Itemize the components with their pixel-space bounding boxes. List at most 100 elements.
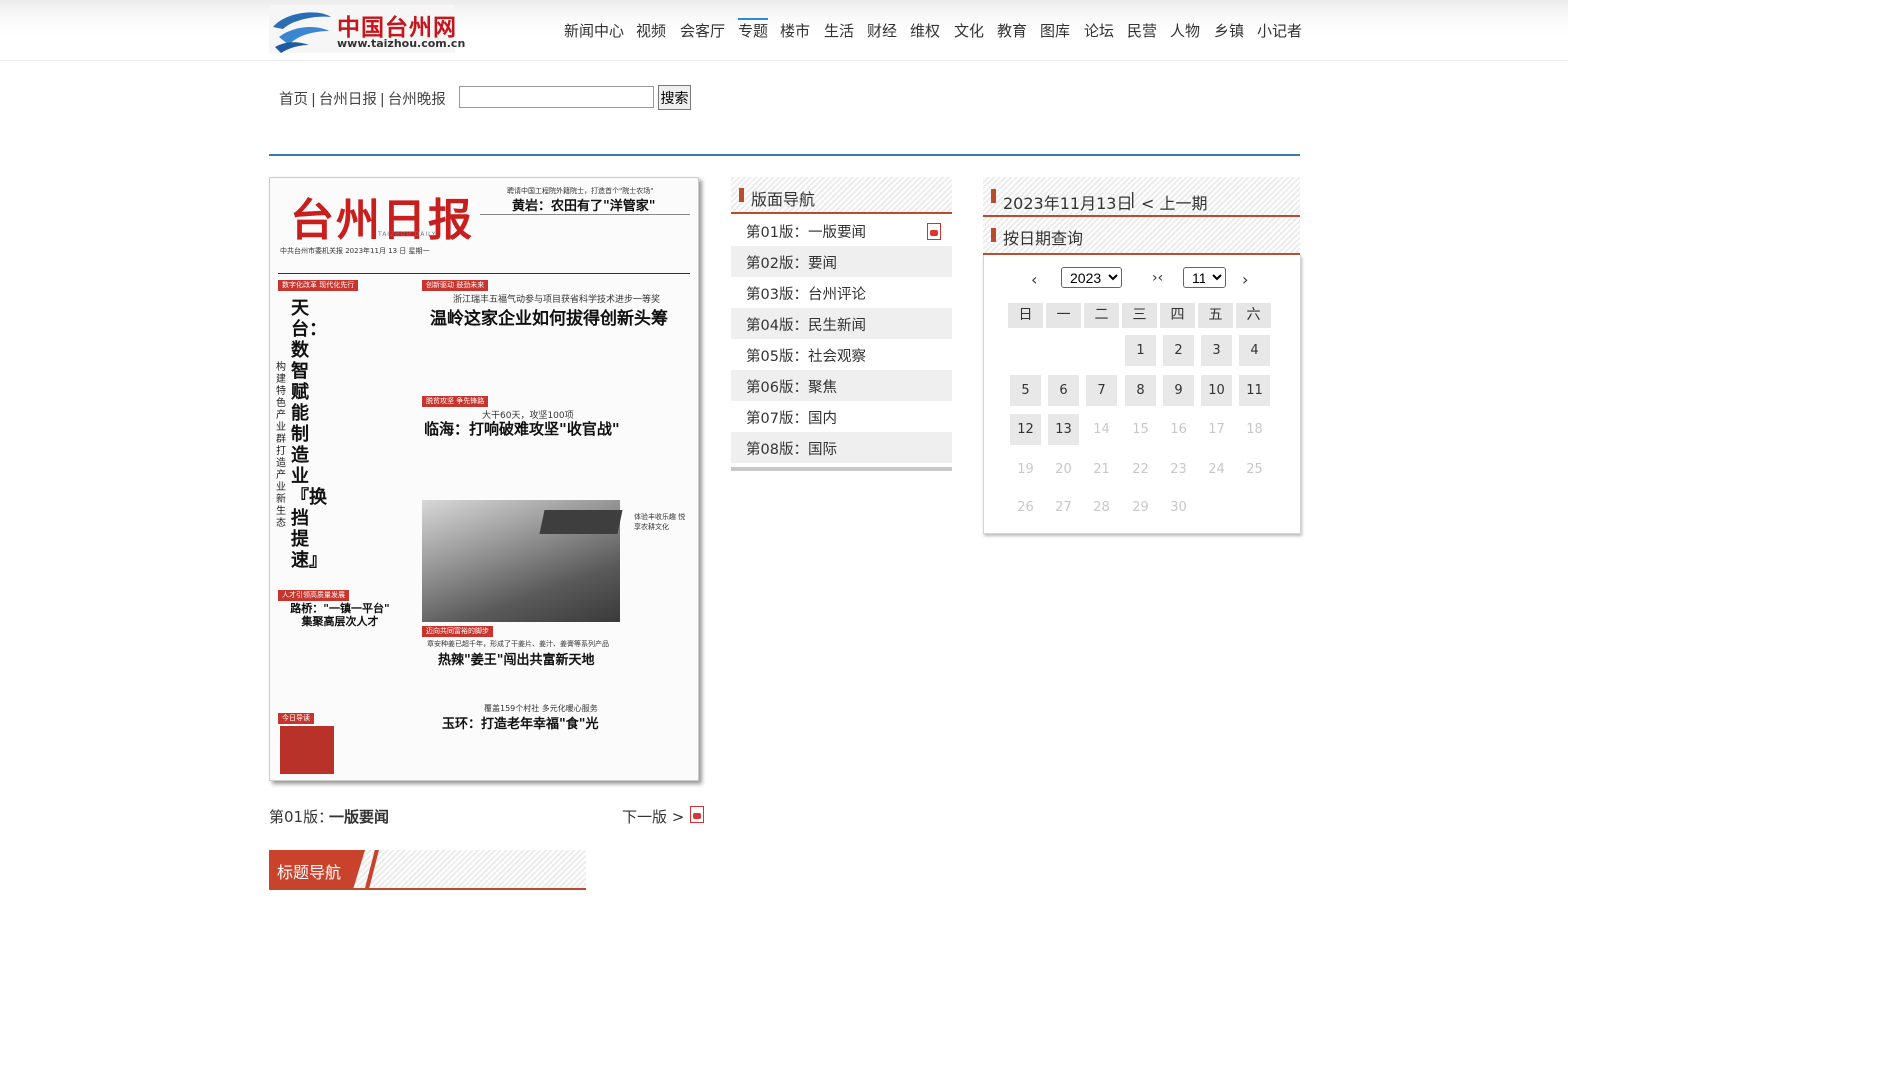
paper-wenling-headline[interactable]: 温岭这家企业如何拔得创新头筹: [430, 304, 668, 329]
nav-forum[interactable]: 论坛: [1084, 20, 1114, 41]
section-marker-icon: [739, 188, 744, 202]
breadcrumb: 首页 | 台州日报 | 台州晚报: [279, 88, 446, 109]
layout-nav-item[interactable]: 第03版：台州评论: [731, 277, 952, 308]
pdf-icon[interactable]: [927, 223, 941, 240]
calendar-day[interactable]: 7: [1086, 375, 1117, 406]
date-query-title: 按日期查询: [1003, 229, 1084, 248]
crumb-evening[interactable]: 台州晚报: [388, 92, 446, 108]
nav-finance[interactable]: 财经: [867, 20, 897, 41]
layout-nav-item[interactable]: 第08版：国际: [731, 432, 952, 463]
layout-nav-title: 版面导航: [751, 190, 816, 209]
next-month-button[interactable]: ›: [1242, 270, 1248, 289]
calendar-day-disabled: 17: [1208, 422, 1225, 437]
nav-topics[interactable]: 专题: [738, 18, 769, 41]
nav-property[interactable]: 楼市: [780, 20, 810, 41]
paper-yuhuan-headline[interactable]: 玉环：打造老年幸福"食"光: [442, 713, 599, 732]
weekday-header: 四: [1160, 303, 1195, 328]
nav-private[interactable]: 民营: [1127, 20, 1157, 41]
logo-swirl-icon: [273, 12, 331, 53]
layout-nav-label: 第03版：台州评论: [746, 287, 866, 303]
layout-nav-item[interactable]: 第02版：要闻: [731, 246, 952, 277]
paper-tiantai-headline[interactable]: 天台：数智赋能制造业『换挡提速』: [291, 298, 327, 571]
calendar-day[interactable]: 13: [1048, 414, 1079, 445]
layout-nav-item[interactable]: 第04版：民生新闻: [731, 308, 952, 339]
pdf-icon[interactable]: [690, 806, 704, 823]
current-page-name: 一版要闻: [329, 808, 390, 826]
paper-top-headline[interactable]: 黄岩：农田有了"洋管家": [512, 195, 656, 214]
calendar-day-disabled: 19: [1017, 462, 1034, 477]
title-nav-tab-stripe: [365, 850, 379, 888]
divider: [269, 154, 1300, 156]
nav-life[interactable]: 生活: [824, 20, 854, 41]
layout-nav-label: 第07版：国内: [746, 411, 837, 427]
next-page-link[interactable]: 下一版 >: [622, 806, 684, 827]
top-bar: 中国台州网 www.taizhou.com.cn 新闻中心 视频 会客厅 专题 …: [0, 0, 1568, 61]
calendar-day[interactable]: 5: [1010, 375, 1041, 406]
weekday-header: 五: [1198, 303, 1233, 328]
date-query-header: 按日期查询: [983, 217, 1300, 255]
paper-linhai-headline[interactable]: 临海：打响破难攻坚"收官战": [424, 418, 620, 439]
nav-people[interactable]: 人物: [1170, 20, 1200, 41]
year-select[interactable]: 2023: [1061, 267, 1122, 288]
nav-rights[interactable]: 维权: [910, 20, 940, 41]
calendar-day[interactable]: 11: [1239, 375, 1270, 406]
crumb-home[interactable]: 首页: [279, 92, 308, 108]
crumb-daily[interactable]: 台州日报: [319, 92, 377, 108]
calendar-day[interactable]: 12: [1010, 414, 1041, 445]
nav-news[interactable]: 新闻中心: [564, 20, 624, 41]
calendar-day[interactable]: 3: [1201, 335, 1232, 366]
nav-education[interactable]: 教育: [997, 20, 1027, 41]
weekday-header: 日: [1008, 303, 1043, 328]
prev-issue-link[interactable]: < 上一期: [1141, 190, 1208, 214]
calendar-day[interactable]: 9: [1163, 375, 1194, 406]
layout-nav-label: 第05版：社会观察: [746, 349, 866, 365]
calendar-day-disabled: 14: [1093, 422, 1110, 437]
paper-ginger-headline[interactable]: 热辣"姜王"闯出共富新天地: [438, 649, 595, 668]
layout-nav-item[interactable]: 第05版：社会观察: [731, 339, 952, 370]
prev-year-button[interactable]: ‹: [1031, 270, 1037, 289]
layout-nav-label: 第06版：聚焦: [746, 380, 837, 396]
layout-nav-label: 第02版：要闻: [746, 256, 837, 272]
crumb-separator: |: [379, 92, 385, 108]
site-logo[interactable]: 中国台州网 www.taizhou.com.cn: [269, 5, 465, 53]
calendar-day-disabled: 25: [1246, 462, 1263, 477]
calendar-day-disabled: 16: [1170, 422, 1187, 437]
layout-nav-item[interactable]: 第07版：国内: [731, 401, 952, 432]
nav-culture[interactable]: 文化: [954, 20, 984, 41]
paper-tag: 数字化改革 现代化先行: [278, 280, 359, 291]
paper-tag: 人才引领高质量发展: [278, 590, 349, 601]
layout-nav-item[interactable]: 第06版：聚焦: [731, 370, 952, 401]
paper-tag: 脱贫攻坚 争先锋路: [422, 396, 489, 407]
nav-towns[interactable]: 乡镇: [1214, 20, 1244, 41]
calendar-day[interactable]: 2: [1163, 335, 1194, 366]
paper-luqiao-headline[interactable]: 路桥："一镇一平台" 集聚高层次人才: [290, 602, 390, 628]
date-separator: |: [1130, 189, 1136, 208]
search-input[interactable]: [459, 86, 654, 108]
calendar-day[interactable]: 8: [1125, 375, 1156, 406]
weekday-header: 三: [1122, 303, 1157, 328]
calendar-day[interactable]: 10: [1201, 375, 1232, 406]
paper-tag: 迈向共同富裕的脚步: [422, 626, 493, 637]
today-button[interactable]: ›‹: [1152, 270, 1163, 286]
layout-nav-header: 版面导航: [731, 177, 952, 214]
nav-parlor[interactable]: 会客厅: [680, 20, 725, 41]
calendar-day[interactable]: 6: [1048, 375, 1079, 406]
calendar-day-disabled: 21: [1093, 462, 1110, 477]
calendar-day-disabled: 26: [1017, 500, 1034, 515]
paper-ad: [280, 726, 334, 774]
newspaper-page-image[interactable]: 台州日报 TAIZHOU DAILY 中共台州市委机关报 2023年11月 13…: [269, 177, 699, 781]
layout-nav-item[interactable]: 第01版：一版要闻: [731, 215, 952, 246]
weekday-header: 二: [1084, 303, 1119, 328]
calendar-day[interactable]: 1: [1125, 335, 1156, 366]
nav-gallery[interactable]: 图库: [1040, 20, 1070, 41]
paper-photo: [422, 500, 623, 622]
paper-tag: 创新驱动 鼓劲未来: [422, 280, 489, 291]
nav-reporter[interactable]: 小记者: [1257, 20, 1302, 41]
crumb-separator: |: [311, 92, 316, 108]
month-select[interactable]: 11: [1183, 267, 1226, 288]
calendar-day-disabled: 24: [1208, 462, 1225, 477]
nav-video[interactable]: 视频: [636, 20, 666, 41]
calendar-day-disabled: 15: [1132, 422, 1149, 437]
search-button[interactable]: 搜索: [658, 85, 691, 110]
calendar-day[interactable]: 4: [1239, 335, 1270, 366]
